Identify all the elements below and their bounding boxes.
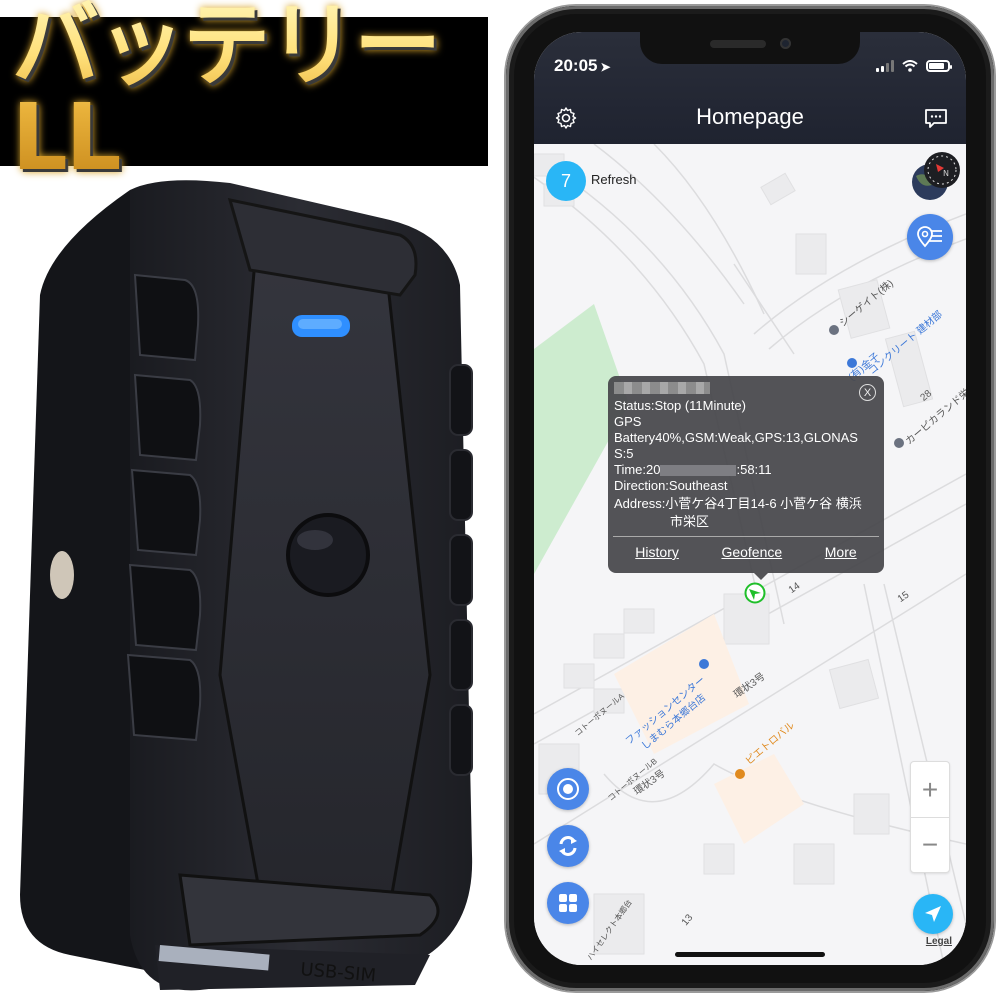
history-link[interactable]: History bbox=[635, 544, 679, 560]
svg-text:N: N bbox=[943, 169, 949, 178]
battery-signal-text: Battery40%,GSM:Weak,GPS:13,GLONAS bbox=[614, 430, 858, 445]
status-indicators bbox=[876, 60, 952, 72]
address-text: Address:小菅ケ谷4丁目14-6 小菅ケ谷 横浜 bbox=[614, 496, 862, 511]
time-redacted bbox=[660, 465, 737, 477]
zoom-out-button[interactable]: − bbox=[911, 817, 949, 872]
device-info-popup: X Status:Stop (11Minute) GPS Battery40%,… bbox=[608, 376, 884, 580]
more-link[interactable]: More bbox=[825, 544, 857, 560]
direction-text: Direction:Southeast bbox=[614, 478, 728, 493]
battery-icon bbox=[926, 60, 952, 72]
address-text-cont: 市栄区 bbox=[670, 514, 710, 529]
sync-button[interactable] bbox=[547, 825, 589, 867]
zoom-in-button[interactable]: + bbox=[911, 762, 949, 817]
status-time: 20:05 ➤ bbox=[554, 56, 611, 76]
clock: 20:05 bbox=[554, 56, 598, 75]
menu-grid-button[interactable] bbox=[547, 882, 589, 924]
refresh-icon bbox=[559, 836, 577, 856]
device-location-marker[interactable] bbox=[744, 582, 766, 604]
time-suffix: :58:11 bbox=[736, 462, 772, 477]
device-illustration: USB-SIM bbox=[20, 180, 473, 991]
navigation-arrow-icon bbox=[925, 906, 941, 922]
speaker bbox=[710, 40, 766, 48]
location-arrow-icon: ➤ bbox=[600, 60, 611, 74]
compass-icon[interactable]: N bbox=[910, 150, 962, 202]
page-title: Homepage bbox=[696, 104, 804, 129]
geofence-pin-icon bbox=[917, 226, 942, 248]
close-icon[interactable]: X bbox=[859, 384, 876, 401]
target-icon bbox=[557, 778, 579, 800]
geofence-link[interactable]: Geofence bbox=[721, 544, 782, 560]
product-banner: バッテリーLL bbox=[0, 0, 488, 183]
device-name-redacted bbox=[614, 382, 710, 394]
side-sticker bbox=[50, 551, 74, 599]
navigate-button[interactable] bbox=[913, 894, 953, 934]
grid-icon bbox=[559, 894, 577, 912]
geofence-list-button[interactable] bbox=[907, 214, 953, 260]
time-prefix: Time:20 bbox=[614, 462, 661, 477]
smartphone: 20:05 ➤ Homepage シーゲイト(株) (有)金子 コンクリート 建… bbox=[506, 6, 994, 991]
refresh-countdown-badge[interactable]: 7 bbox=[546, 161, 586, 201]
time-text: Time:20 :58:11 bbox=[614, 462, 878, 478]
power-button bbox=[286, 513, 370, 597]
notch bbox=[640, 32, 860, 64]
front-camera bbox=[780, 38, 791, 49]
legal-link[interactable]: Legal bbox=[926, 936, 952, 947]
banner-title: バッテリーLL bbox=[12, 0, 464, 184]
phone-screen: 20:05 ➤ Homepage シーゲイト(株) (有)金子 コンクリート 建… bbox=[534, 32, 966, 965]
status-text: Status:Stop (11Minute) bbox=[614, 398, 746, 413]
home-indicator[interactable] bbox=[675, 952, 825, 957]
zoom-control: + − bbox=[910, 761, 950, 873]
positioning-mode: GPS bbox=[614, 414, 642, 429]
wifi-icon bbox=[902, 60, 918, 72]
my-location-button[interactable] bbox=[547, 768, 589, 810]
refresh-label[interactable]: Refresh bbox=[591, 172, 637, 187]
battery-signal-text-cont: S:5 bbox=[614, 446, 634, 461]
map-view[interactable]: シーゲイト(株) (有)金子 コンクリート 建材部 カーピカランド栄店 28 フ… bbox=[534, 144, 966, 965]
gps-tracker-device: USB-SIM bbox=[10, 175, 500, 995]
cell-signal-icon bbox=[876, 60, 894, 72]
chat-icon[interactable] bbox=[924, 106, 948, 130]
popup-actions: History Geofence More bbox=[614, 537, 878, 560]
